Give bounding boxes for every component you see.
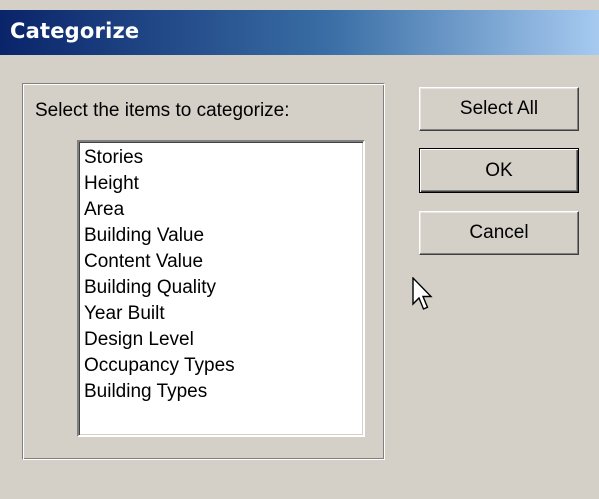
- list-item[interactable]: Stories: [84, 145, 363, 171]
- items-list: Stories Height Area Building Value Conte…: [79, 142, 363, 405]
- window-title: Categorize: [10, 19, 140, 43]
- list-item[interactable]: Design Level: [84, 327, 363, 353]
- ok-button[interactable]: OK: [419, 148, 579, 193]
- title-bar[interactable]: Categorize: [0, 10, 599, 55]
- list-item[interactable]: Occupancy Types: [84, 353, 363, 379]
- list-item[interactable]: Building Quality: [84, 275, 363, 301]
- select-all-button[interactable]: Select All: [419, 87, 579, 131]
- select-items-label: Select the items to categorize:: [35, 100, 290, 121]
- list-item[interactable]: Area: [84, 197, 363, 223]
- mouse-pointer-icon: [412, 277, 433, 310]
- list-item[interactable]: Height: [84, 171, 363, 197]
- categorize-dialog: Categorize Select the items to categoriz…: [0, 0, 599, 499]
- list-item[interactable]: Year Built: [84, 301, 363, 327]
- list-item[interactable]: Content Value: [84, 249, 363, 275]
- items-listbox[interactable]: Stories Height Area Building Value Conte…: [77, 140, 365, 437]
- list-item[interactable]: Building Types: [84, 379, 363, 405]
- cancel-button[interactable]: Cancel: [419, 211, 579, 255]
- list-item[interactable]: Building Value: [84, 223, 363, 249]
